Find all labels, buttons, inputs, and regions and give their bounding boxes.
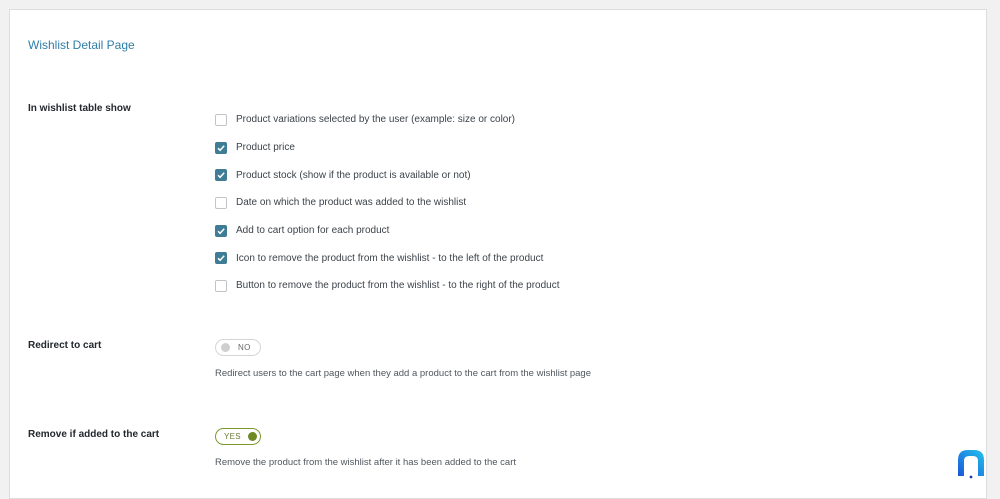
checkbox[interactable]	[215, 142, 227, 154]
checkbox[interactable]	[215, 114, 227, 126]
option-label: Date on which the product was added to t…	[236, 197, 466, 208]
toggle-text: YES	[224, 432, 241, 441]
option-label: Icon to remove the product from the wish…	[236, 253, 543, 264]
checkmark-icon	[216, 226, 226, 236]
option-remove-button-right[interactable]: Button to remove the product from the wi…	[215, 272, 560, 300]
brand-logo-icon	[954, 446, 988, 480]
redirect-label: Redirect to cart	[28, 340, 101, 351]
toggle-knob	[248, 432, 257, 441]
checkbox[interactable]	[215, 169, 227, 181]
remove-toggle[interactable]: YES	[215, 428, 261, 445]
checkmark-icon	[216, 170, 226, 180]
table-show-options: Product variations selected by the user …	[215, 106, 560, 300]
checkbox[interactable]	[215, 225, 227, 237]
table-show-label: In wishlist table show	[28, 103, 131, 114]
option-price[interactable]: Product price	[215, 134, 560, 162]
redirect-description: Redirect users to the cart page when the…	[215, 368, 591, 379]
option-label: Button to remove the product from the wi…	[236, 280, 560, 291]
checkbox[interactable]	[215, 252, 227, 264]
checkbox[interactable]	[215, 280, 227, 292]
option-label: Add to cart option for each product	[236, 225, 389, 236]
option-date-added[interactable]: Date on which the product was added to t…	[215, 189, 560, 217]
option-variations[interactable]: Product variations selected by the user …	[215, 106, 560, 134]
option-label: Product variations selected by the user …	[236, 114, 515, 125]
option-label: Product stock (show if the product is av…	[236, 170, 471, 181]
checkbox[interactable]	[215, 197, 227, 209]
option-remove-icon-left[interactable]: Icon to remove the product from the wish…	[215, 244, 560, 272]
toggle-knob	[221, 343, 230, 352]
option-label: Product price	[236, 142, 295, 153]
checkmark-icon	[216, 143, 226, 153]
remove-label: Remove if added to the cart	[28, 429, 159, 440]
settings-panel: Wishlist Detail Page In wishlist table s…	[9, 9, 987, 499]
toggle-text: NO	[238, 343, 251, 352]
option-stock[interactable]: Product stock (show if the product is av…	[215, 161, 560, 189]
checkmark-icon	[216, 253, 226, 263]
remove-description: Remove the product from the wishlist aft…	[215, 457, 516, 468]
section-title: Wishlist Detail Page	[28, 38, 135, 52]
redirect-toggle[interactable]: NO	[215, 339, 261, 356]
option-add-to-cart[interactable]: Add to cart option for each product	[215, 217, 560, 245]
